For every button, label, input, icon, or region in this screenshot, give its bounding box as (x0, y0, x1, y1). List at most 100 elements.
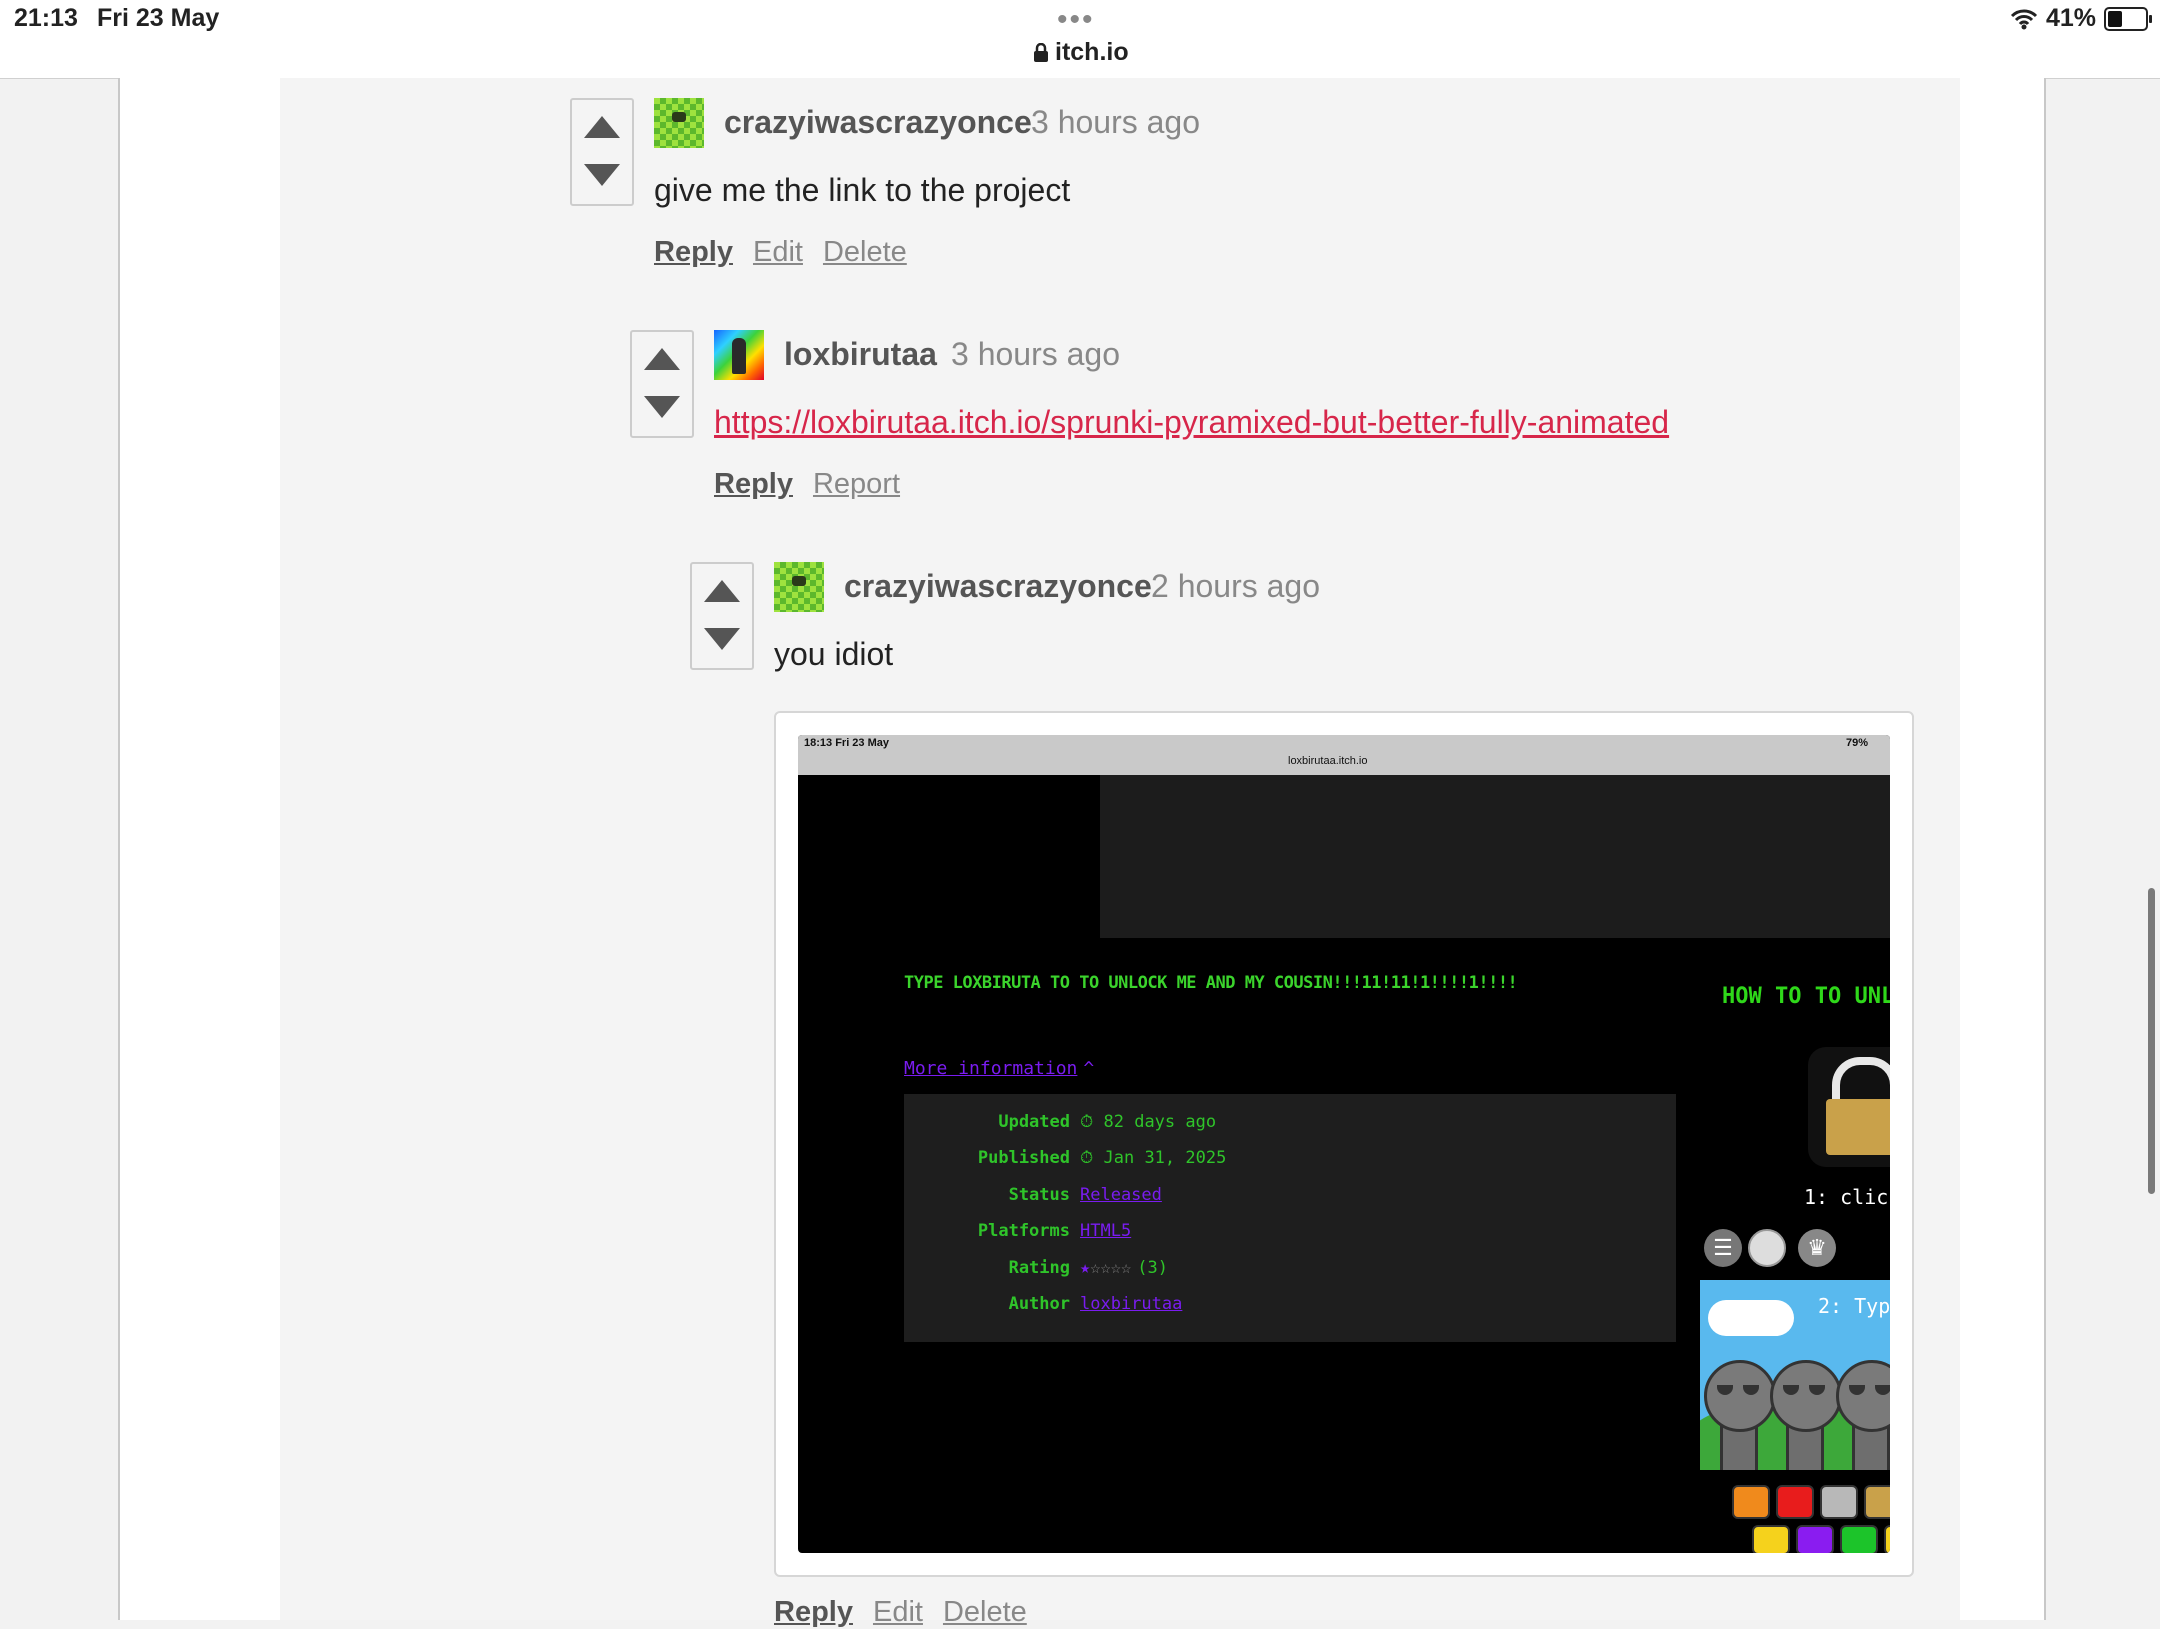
comment-text: you idiot (774, 636, 894, 672)
info-value: loxbirutaa (1080, 1294, 1183, 1314)
embedded-banner (1100, 775, 1890, 938)
comment-actions: Reply Edit Delete (654, 236, 907, 269)
lock-icon (1034, 42, 1048, 62)
comment-time[interactable]: 2 hours ago (1151, 568, 1320, 605)
ios-status-bar: 21:13 Fri 23 May ••• itch.io 41% (0, 0, 2160, 79)
embedded-info-table: Updated ⏱ 82 days ago Published ⏱ Jan 31… (904, 1094, 1676, 1342)
character-icons-row (1732, 1485, 1890, 1519)
upvote-icon[interactable] (584, 116, 620, 138)
character-icon (1732, 1485, 1770, 1519)
info-value-text: 82 days ago (1103, 1112, 1217, 1132)
comment-time[interactable]: 3 hours ago (951, 336, 1120, 373)
comment-username[interactable]: loxbirutaa (784, 336, 937, 373)
avatar[interactable] (654, 98, 704, 148)
character-icon (1770, 1360, 1842, 1432)
character-icon (1796, 1525, 1834, 1553)
battery-percent: 41% (2045, 4, 2096, 32)
character-icons-row (1752, 1525, 1890, 1553)
comment-actions: Reply Edit Delete (774, 1596, 1027, 1629)
trophy-icon: ♛ (1798, 1229, 1836, 1267)
address-url: itch.io (1055, 38, 1129, 66)
clock-icon: ⏱ (1080, 1148, 1104, 1168)
menu-icon: ☰ (1704, 1229, 1742, 1267)
downvote-icon[interactable] (644, 396, 680, 418)
star-icon: ☆ (1110, 1258, 1121, 1278)
info-key: Platforms (977, 1221, 1070, 1241)
vote-box (570, 98, 634, 206)
embedded-status-url: loxbirutaa.itch.io (1288, 755, 1368, 767)
embedded-screenshot: 18:13 Fri 23 May loxbirutaa.itch.io 79% … (798, 735, 1890, 1553)
info-value: ⏱ 82 days ago (1080, 1112, 1216, 1132)
status-date: Fri 23 May (97, 4, 220, 32)
comment-actions: Reply Report (714, 468, 900, 501)
star-icon: ★ (1080, 1258, 1091, 1278)
embedded-status-time: 18:13 Fri 23 May (804, 737, 889, 749)
info-row: Platforms HTML5 (904, 1221, 1676, 1251)
character-icon (1840, 1525, 1878, 1553)
downvote-icon[interactable] (584, 164, 620, 186)
downvote-icon[interactable] (704, 628, 740, 650)
info-key: Updated (998, 1112, 1070, 1132)
vote-box (630, 330, 694, 438)
info-key: Author (1008, 1294, 1070, 1314)
status-time: 21:13 (14, 4, 78, 32)
star-icon: ☆ (1100, 1258, 1111, 1278)
more-dots-icon[interactable]: ••• (1057, 5, 1095, 35)
edit-button[interactable]: Edit (753, 236, 803, 269)
comment-username[interactable]: crazyiwascrazyonce (724, 104, 1032, 141)
embedded-click-label: 1: click o (1804, 1185, 1890, 1209)
info-key: Status (1008, 1185, 1070, 1205)
project-link[interactable]: https://loxbirutaa.itch.io/sprunki-pyram… (714, 404, 1669, 441)
vote-box (690, 562, 754, 670)
character-icon (1884, 1525, 1890, 1553)
reply-button[interactable]: Reply (774, 1596, 853, 1629)
delete-button[interactable]: Delete (823, 236, 907, 269)
info-row: Updated ⏱ 82 days ago (904, 1112, 1676, 1142)
edit-button[interactable]: Edit (873, 1596, 923, 1629)
character-icon (1704, 1360, 1776, 1432)
chevron-up-icon: ^ (1083, 1058, 1095, 1079)
character-icon (1864, 1485, 1890, 1519)
character-icon (1752, 1525, 1790, 1553)
report-button[interactable]: Report (813, 468, 900, 501)
character-icon (1776, 1485, 1814, 1519)
info-row: Status Released (904, 1185, 1676, 1215)
embedded-headline: TYPE LOXBIRUTA TO TO UNLOCK ME AND MY CO… (904, 973, 1518, 993)
embedded-status-battery: 79% (1845, 737, 1868, 749)
info-row: Rating ★☆☆☆☆ (3) (904, 1258, 1676, 1288)
status-indicators: 41% (2010, 4, 2152, 33)
info-row: Author loxbirutaa (904, 1294, 1676, 1324)
avatar[interactable] (774, 562, 824, 612)
embedded-status-bar: 18:13 Fri 23 May loxbirutaa.itch.io 79% (798, 735, 1890, 775)
delete-button[interactable]: Delete (943, 1596, 1027, 1629)
embedded-scene-label: 2: Type (1818, 1294, 1890, 1318)
info-row: Published ⏱ Jan 31, 2025 (904, 1148, 1676, 1178)
comment-username[interactable]: crazyiwascrazyonce (844, 568, 1152, 605)
embedded-more-info: More information ^ (904, 1058, 1094, 1079)
reply-button[interactable]: Reply (714, 468, 793, 501)
rating-count: (3) (1137, 1258, 1168, 1278)
cloud-icon (1708, 1300, 1794, 1336)
embedded-image-frame[interactable]: 18:13 Fri 23 May loxbirutaa.itch.io 79% … (774, 711, 1914, 1577)
comment-text: give me the link to the project (654, 172, 1071, 208)
circle-icon (1748, 1229, 1786, 1267)
info-key: Rating (1008, 1258, 1070, 1278)
info-key: Published (977, 1148, 1070, 1168)
comment-time[interactable]: 3 hours ago (1031, 104, 1200, 141)
reply-button[interactable]: Reply (654, 236, 733, 269)
address-bar[interactable]: itch.io (1033, 38, 1129, 67)
game-scene: 2: Type (1700, 1280, 1890, 1470)
upvote-icon[interactable] (704, 580, 740, 602)
upvote-icon[interactable] (644, 348, 680, 370)
star-icon: ☆ (1090, 1258, 1101, 1278)
info-value-text: Jan 31, 2025 (1103, 1148, 1227, 1168)
clock-icon: ⏱ (1080, 1112, 1104, 1132)
embedded-more-info-label: More information (904, 1058, 1078, 1079)
info-value: Released (1080, 1185, 1162, 1205)
scrollbar[interactable] (2148, 888, 2155, 1194)
star-icons: ★☆☆☆☆ (1080, 1258, 1131, 1278)
avatar[interactable] (714, 330, 764, 380)
rating-stars: ★☆☆☆☆ (3) (1080, 1258, 1168, 1278)
info-value: HTML5 (1080, 1221, 1132, 1241)
embedded-how-to: HOW TO TO UNL (1722, 984, 1890, 1009)
